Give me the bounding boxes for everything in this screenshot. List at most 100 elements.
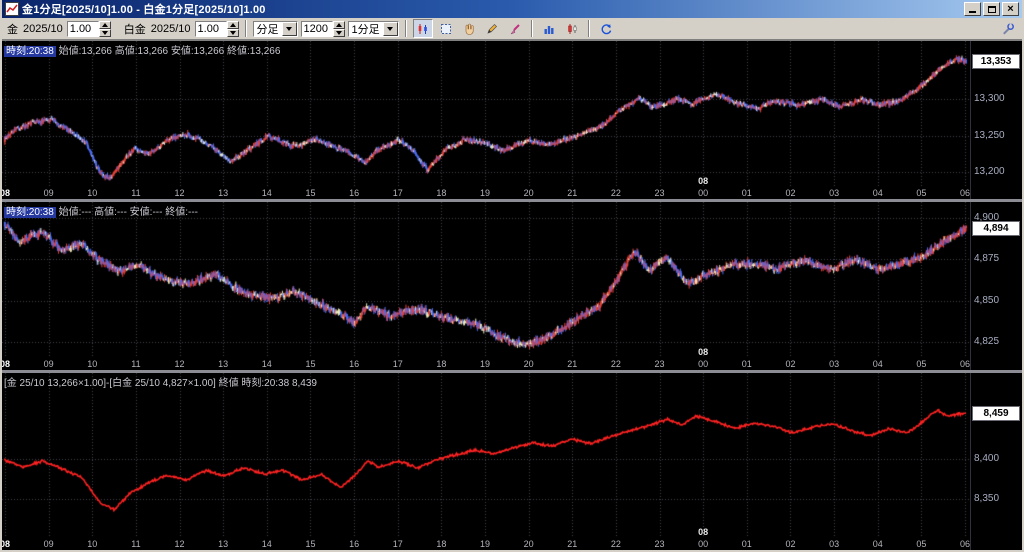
time-axis-label: 23: [654, 539, 665, 549]
platinum-chart-canvas[interactable]: [2, 202, 970, 358]
time-axis-label: 04: [872, 359, 883, 369]
toolbar-separator: [244, 20, 247, 37]
platinum-info-time: 時刻:20:38: [4, 207, 56, 218]
gold-ratio-spinner[interactable]: [66, 20, 111, 37]
time-axis-label: 18: [436, 359, 447, 369]
bar-count-down-button[interactable]: [332, 28, 345, 37]
draw-pencil-button[interactable]: [481, 19, 502, 38]
time-axis-label: 00: [698, 359, 709, 369]
time-axis-label: 05: [916, 359, 927, 369]
maximize-button[interactable]: [983, 2, 1000, 16]
bar-chart-button[interactable]: [538, 19, 559, 38]
platinum-price-axis: 4,900 4,875 4,850 4,825 4,894: [970, 202, 1022, 370]
time-axis-label: 14: [261, 359, 272, 369]
date-change-label: 08: [698, 176, 709, 186]
time-axis-label: 20: [523, 188, 534, 198]
draw-pencil-icon: [487, 23, 497, 34]
timeframe-dropdown-arrow-icon[interactable]: [382, 21, 398, 36]
gold-chart-canvas[interactable]: [2, 41, 970, 187]
time-axis-label: 05: [916, 188, 927, 198]
spread-price-axis: 8,400 8,350 8,459: [970, 373, 1022, 550]
time-axis-label: 20: [523, 539, 534, 549]
gold-info-time: 時刻:20:38: [4, 46, 56, 57]
platinum-ratio-down-button[interactable]: [226, 28, 239, 37]
time-axis-label: 08: [2, 359, 10, 369]
time-axis-label: 10: [87, 188, 98, 198]
spread-chart-canvas[interactable]: [2, 373, 970, 538]
time-axis-label: 03: [829, 359, 840, 369]
candlestick-style-button[interactable]: [561, 19, 582, 38]
platinum-ratio-spinner[interactable]: [194, 20, 239, 37]
time-axis-label: 01: [741, 539, 752, 549]
time-axis-label: 21: [567, 188, 578, 198]
title-bar[interactable]: 金1分足[2025/10]1.00 - 白金1分足[2025/10]1.00 ×: [2, 0, 1022, 18]
gold-price-axis: 13,300 13,250 13,200 13,353: [970, 41, 1022, 199]
time-axis-label: 10: [87, 359, 98, 369]
refresh-button[interactable]: [595, 19, 616, 38]
app-icon: [5, 2, 19, 16]
window-title: 金1分足[2025/10]1.00 - 白金1分足[2025/10]1.00: [22, 4, 266, 16]
gold-ratio-down-button[interactable]: [98, 28, 111, 37]
date-change-label: 08: [698, 347, 709, 357]
spread-plot[interactable]: [金 25/10 13,266×1.00]-[白金 25/10 4,827×1.…: [2, 373, 970, 550]
time-axis-label: 14: [261, 188, 272, 198]
chart-style-candle-button[interactable]: [412, 19, 433, 38]
time-axis-label: 08: [2, 188, 10, 198]
time-axis-label: 22: [610, 188, 621, 198]
time-axis-label: 16: [349, 539, 360, 549]
y-axis-label: 13,250: [974, 129, 1005, 141]
toolbar-separator: [587, 20, 590, 37]
y-axis-label: 4,875: [974, 253, 1000, 265]
settings-wrench-button[interactable]: [998, 19, 1018, 38]
current-price-box: 8,459: [972, 406, 1020, 422]
bar-count-input[interactable]: [300, 20, 333, 37]
bar-count-up-button[interactable]: [332, 20, 345, 29]
gold-plot[interactable]: 時刻:20:38 始値:13,266 高値:13,266 安値:13,266 終…: [2, 41, 970, 199]
gold-symbol-label: 金: [7, 23, 18, 36]
candlestick-style-icon: [568, 23, 577, 34]
time-axis-label: 16: [349, 188, 360, 198]
spread-time-axis: 08 09 10 11 12 13 14 15 16 17 18 19 20 21 22 23 00 01 02 03…: [2, 538, 970, 550]
draw-brush-button[interactable]: [504, 19, 525, 38]
gold-ratio-up-button[interactable]: [98, 20, 111, 29]
time-axis-label: 04: [872, 539, 883, 549]
timeframe-dropdown[interactable]: 1分足: [347, 20, 399, 37]
period-type-dropdown[interactable]: 分足: [252, 20, 298, 37]
period-type-dropdown-arrow-icon[interactable]: [281, 21, 297, 36]
toolbar-separator: [530, 20, 533, 37]
bar-count-spinner[interactable]: [300, 20, 345, 37]
time-axis-label: 17: [392, 539, 403, 549]
time-axis-label: 02: [785, 539, 796, 549]
time-axis-label: 23: [654, 359, 665, 369]
gold-ratio-input[interactable]: [66, 20, 99, 37]
time-axis-label: 18: [436, 188, 447, 198]
close-button[interactable]: ×: [1002, 2, 1019, 16]
bar-chart-icon: [544, 25, 554, 34]
minimize-button[interactable]: [964, 2, 981, 16]
select-region-button[interactable]: [435, 19, 456, 38]
platinum-plot[interactable]: 時刻:20:38 始値:--- 高値:--- 安値:--- 終値:--- 08 0…: [2, 202, 970, 370]
time-axis-label: 14: [261, 539, 272, 549]
time-axis-label: 10: [87, 539, 98, 549]
time-axis-label: 15: [305, 188, 316, 198]
time-axis-label: 23: [654, 188, 665, 198]
time-axis-label: 19: [479, 188, 490, 198]
time-axis-label: 04: [872, 188, 883, 198]
gold-info-line: 時刻:20:38 始値:13,266 高値:13,266 安値:13,266 終…: [4, 42, 280, 57]
toolbar-separator: [404, 20, 407, 37]
current-price-box: 4,894: [972, 221, 1020, 237]
platinum-info-line: 時刻:20:38 始値:--- 高値:--- 安値:--- 終値:---: [4, 203, 198, 218]
platinum-ratio-up-button[interactable]: [226, 20, 239, 29]
y-axis-label: 8,350: [974, 492, 1000, 504]
time-axis-label: 18: [436, 539, 447, 549]
time-axis-label: 16: [349, 359, 360, 369]
spread-info-text: [金 25/10 13,266×1.00]-[白金 25/10 4,827×1.…: [4, 378, 317, 389]
date-change-label: 08: [698, 527, 709, 537]
pan-hand-button[interactable]: [458, 19, 479, 38]
time-axis-label: 19: [479, 539, 490, 549]
time-axis-label: 12: [174, 359, 185, 369]
time-axis-label: 12: [174, 539, 185, 549]
platinum-ratio-input[interactable]: [194, 20, 227, 37]
time-axis-label: 08: [2, 539, 10, 549]
chart-area: 時刻:20:38 始値:13,266 高値:13,266 安値:13,266 終…: [2, 40, 1022, 550]
